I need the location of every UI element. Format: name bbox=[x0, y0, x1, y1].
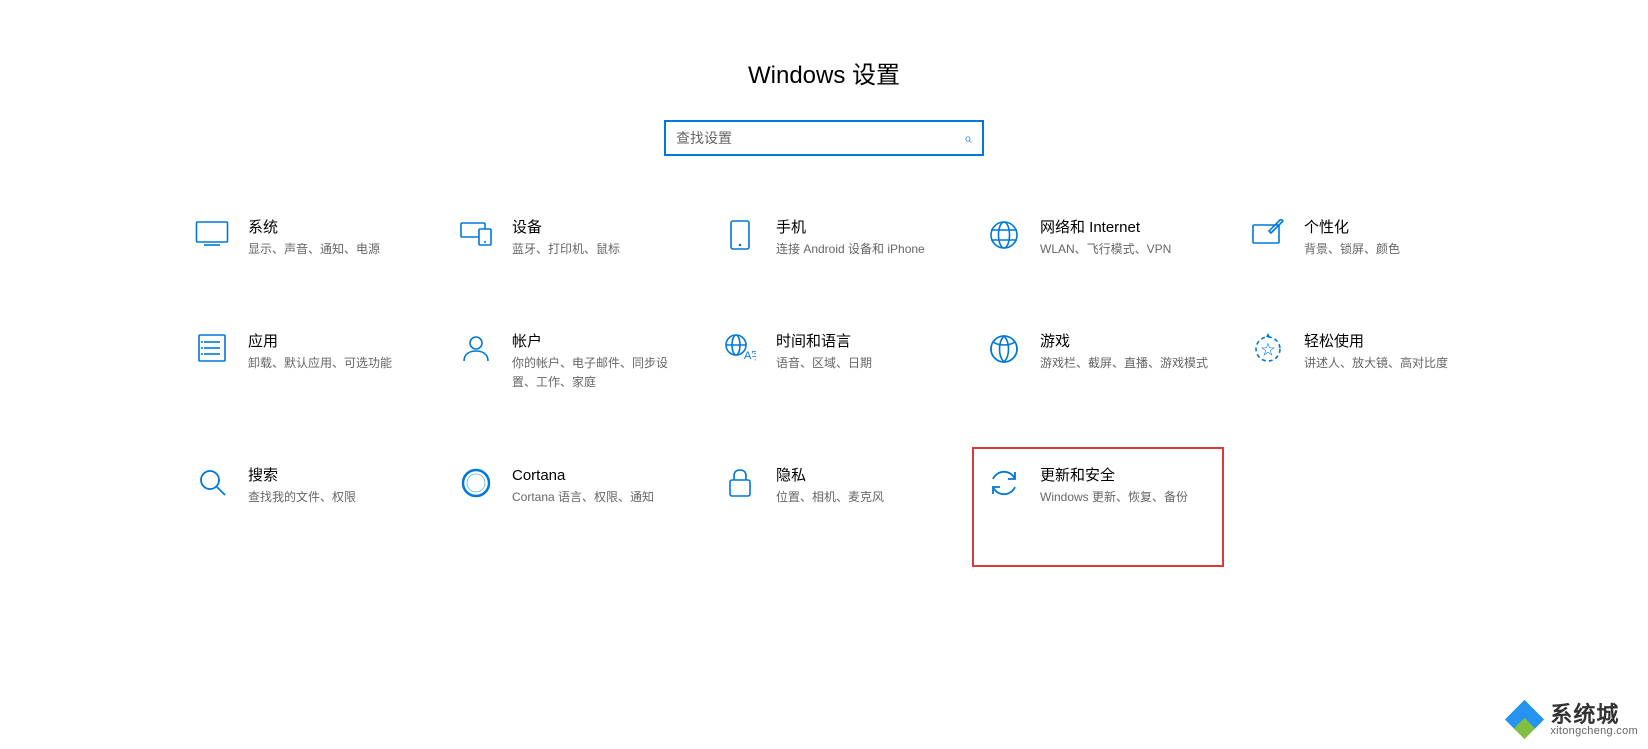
tile-title: 隐私 bbox=[776, 465, 952, 486]
search-box[interactable]: ⌕ bbox=[664, 120, 984, 156]
page-title: Windows 设置 bbox=[0, 55, 1648, 90]
tile-desc: 你的帐户、电子邮件、同步设置、工作、家庭 bbox=[512, 354, 688, 392]
search-icon: ⌕ bbox=[964, 130, 972, 147]
tile-title: Cortana bbox=[512, 465, 688, 486]
tile-title: 搜索 bbox=[248, 465, 424, 486]
tile-desc: 位置、相机、麦克风 bbox=[776, 488, 952, 507]
tile-gaming[interactable]: 游戏游戏栏、截屏、直播、游戏模式 bbox=[976, 325, 1220, 398]
gaming-icon bbox=[980, 331, 1028, 365]
tile-desc: 查找我的文件、权限 bbox=[248, 488, 424, 507]
tile-desc: 游戏栏、截屏、直播、游戏模式 bbox=[1040, 354, 1216, 373]
search-input[interactable] bbox=[676, 130, 964, 146]
phone-icon bbox=[716, 217, 764, 251]
tile-title: 帐户 bbox=[512, 331, 688, 352]
watermark-logo-icon bbox=[1506, 701, 1544, 739]
personalize-icon bbox=[1244, 217, 1292, 247]
tile-title: 轻松使用 bbox=[1304, 331, 1480, 352]
watermark-title: 系统城 bbox=[1550, 703, 1638, 726]
tile-title: 游戏 bbox=[1040, 331, 1216, 352]
tile-title: 时间和语言 bbox=[776, 331, 952, 352]
tile-desc: 蓝牙、打印机、鼠标 bbox=[512, 240, 688, 259]
settings-grid: 系统显示、声音、通知、电源设备蓝牙、打印机、鼠标手机连接 Android 设备和… bbox=[184, 211, 1484, 513]
devices-icon bbox=[452, 217, 500, 247]
tile-desc: Windows 更新、恢复、备份 bbox=[1040, 488, 1216, 507]
tile-desc: Cortana 语言、权限、通知 bbox=[512, 488, 688, 507]
network-icon bbox=[980, 217, 1028, 251]
system-icon bbox=[188, 217, 236, 247]
tile-time_language[interactable]: A字 时间和语言语音、区域、日期 bbox=[712, 325, 956, 398]
tile-desc: 讲述人、放大镜、高对比度 bbox=[1304, 354, 1480, 373]
tile-title: 系统 bbox=[248, 217, 424, 238]
tile-title: 网络和 Internet bbox=[1040, 217, 1216, 238]
tile-ease[interactable]: 轻松使用讲述人、放大镜、高对比度 bbox=[1240, 325, 1484, 398]
tile-title: 设备 bbox=[512, 217, 688, 238]
tile-phone[interactable]: 手机连接 Android 设备和 iPhone bbox=[712, 211, 956, 265]
tile-title: 应用 bbox=[248, 331, 424, 352]
update-icon bbox=[980, 465, 1028, 499]
tile-cortana[interactable]: Cortana Cortana 语言、权限、通知 bbox=[448, 459, 692, 513]
time_language-icon: A字 bbox=[716, 331, 764, 363]
tile-personalize[interactable]: 个性化背景、锁屏、颜色 bbox=[1240, 211, 1484, 265]
tile-search[interactable]: 搜索查找我的文件、权限 bbox=[184, 459, 428, 513]
watermark: 系统城 xitongcheng.com bbox=[1506, 701, 1638, 739]
tile-desc: WLAN、飞行模式、VPN bbox=[1040, 240, 1216, 259]
cortana-icon bbox=[452, 465, 500, 499]
tile-title: 个性化 bbox=[1304, 217, 1480, 238]
tile-desc: 背景、锁屏、颜色 bbox=[1304, 240, 1480, 259]
tile-accounts[interactable]: 帐户你的帐户、电子邮件、同步设置、工作、家庭 bbox=[448, 325, 692, 398]
tile-desc: 连接 Android 设备和 iPhone bbox=[776, 240, 952, 259]
tile-update[interactable]: 更新和安全 Windows 更新、恢复、备份 bbox=[972, 447, 1224, 567]
search-icon bbox=[188, 465, 236, 497]
privacy-icon bbox=[716, 465, 764, 499]
tile-desc: 语音、区域、日期 bbox=[776, 354, 952, 373]
ease-icon bbox=[1244, 331, 1292, 365]
accounts-icon bbox=[452, 331, 500, 363]
tile-system[interactable]: 系统显示、声音、通知、电源 bbox=[184, 211, 428, 265]
tile-desc: 卸载、默认应用、可选功能 bbox=[248, 354, 424, 373]
apps-icon bbox=[188, 331, 236, 363]
tile-apps[interactable]: 应用卸载、默认应用、可选功能 bbox=[184, 325, 428, 398]
tile-title: 手机 bbox=[776, 217, 952, 238]
tile-desc: 显示、声音、通知、电源 bbox=[248, 240, 424, 259]
tile-privacy[interactable]: 隐私位置、相机、麦克风 bbox=[712, 459, 956, 513]
tile-devices[interactable]: 设备蓝牙、打印机、鼠标 bbox=[448, 211, 692, 265]
svg-text:A字: A字 bbox=[744, 348, 756, 362]
search-container: ⌕ bbox=[0, 120, 1648, 156]
tile-network[interactable]: 网络和 Internet WLAN、飞行模式、VPN bbox=[976, 211, 1220, 265]
tile-title: 更新和安全 bbox=[1040, 465, 1216, 486]
watermark-sub: xitongcheng.com bbox=[1550, 726, 1638, 738]
